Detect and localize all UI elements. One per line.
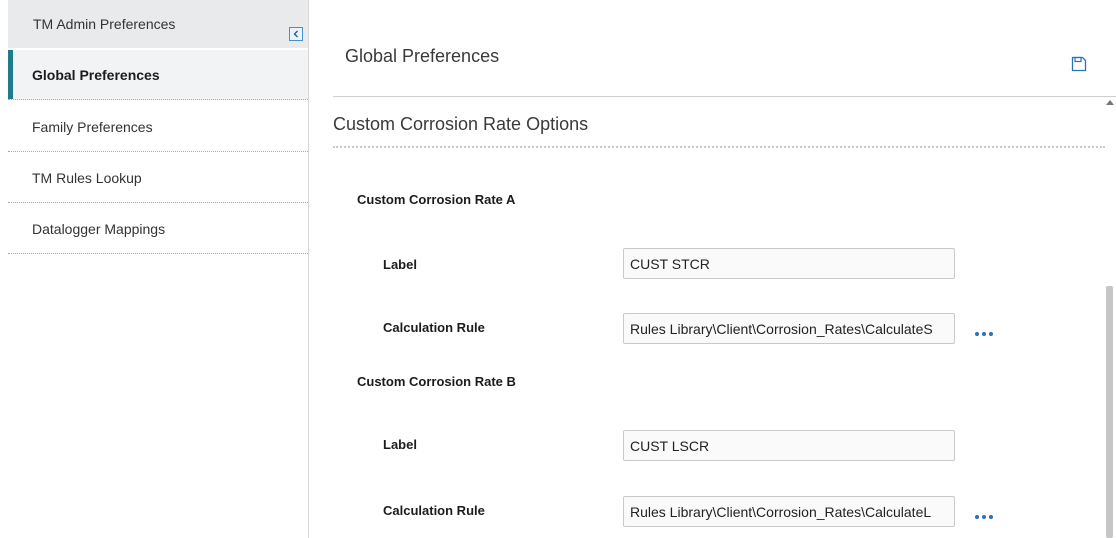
sidebar-item-family-preferences[interactable]: Family Preferences (8, 102, 308, 152)
label-caption-rate-a: Label (383, 257, 417, 272)
rule-caption-rate-a: Calculation Rule (383, 320, 485, 335)
label-input-rate-a[interactable] (623, 248, 955, 279)
section-divider (333, 146, 1105, 148)
sidebar-item-tm-rules-lookup[interactable]: TM Rules Lookup (8, 153, 308, 203)
sidebar-item-label: TM Rules Lookup (32, 170, 142, 186)
vertical-scrollbar[interactable] (1105, 98, 1116, 538)
ellipsis-icon (975, 515, 979, 519)
sidebar-item-datalogger-mappings[interactable]: Datalogger Mappings (8, 204, 308, 254)
main-panel: Global Preferences Custom Corrosion Rate… (309, 0, 1116, 538)
sidebar-item-label: Datalogger Mappings (32, 221, 166, 237)
calculation-rule-input-rate-b[interactable] (623, 496, 955, 527)
calculation-rule-input-rate-a[interactable] (623, 313, 955, 344)
group-title-rate-a: Custom Corrosion Rate A (357, 192, 516, 207)
page-title: Global Preferences (345, 46, 500, 66)
scrollbar-thumb[interactable] (1106, 286, 1113, 538)
ellipsis-icon (975, 332, 979, 336)
section-title: Custom Corrosion Rate Options (333, 114, 589, 134)
sidebar-item-label: Family Preferences (32, 119, 153, 135)
save-icon[interactable] (1071, 56, 1087, 72)
browse-rule-button-rate-b[interactable] (975, 510, 997, 524)
sidebar-item-global-preferences[interactable]: Global Preferences (8, 50, 308, 100)
scroll-up-icon[interactable] (1106, 100, 1114, 105)
sidebar-item-label: Global Preferences (32, 67, 160, 83)
collapse-sidebar-button[interactable] (289, 27, 303, 41)
sidebar: TM Admin Preferences Global Preferences … (0, 0, 308, 538)
group-title-rate-b: Custom Corrosion Rate B (357, 374, 516, 389)
sidebar-header-title: TM Admin Preferences (33, 16, 176, 32)
header-divider (333, 96, 1116, 97)
label-input-rate-b[interactable] (623, 430, 955, 461)
rule-caption-rate-b: Calculation Rule (383, 503, 485, 518)
browse-rule-button-rate-a[interactable] (975, 327, 997, 341)
chevron-left-icon (293, 30, 298, 38)
sidebar-header: TM Admin Preferences (8, 0, 308, 48)
label-caption-rate-b: Label (383, 437, 417, 452)
